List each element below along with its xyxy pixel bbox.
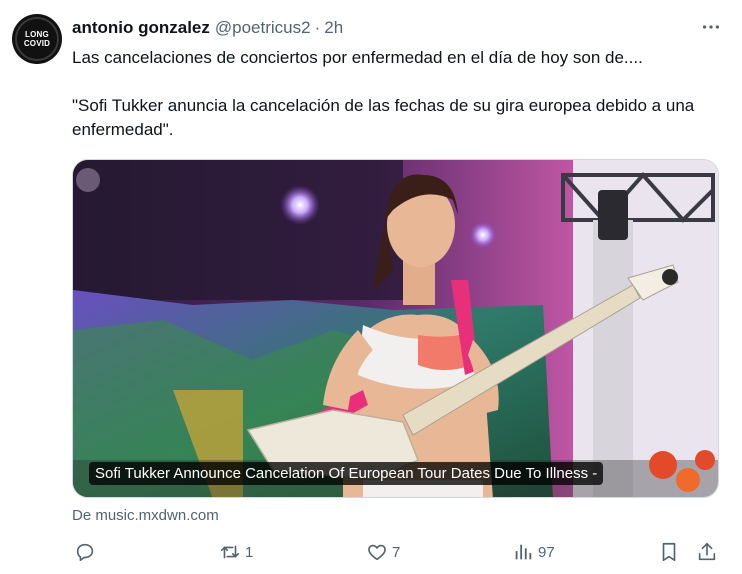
avatar-text-1: LONG [25,30,49,39]
tweet-text-line-2: "Sofi Tukker anuncia la cancelación de l… [72,96,695,139]
views-button[interactable]: 97 [512,540,555,564]
bookmark-icon [662,542,676,562]
avatar[interactable]: LONG COVID [12,14,62,64]
repost-count: 1 [245,543,254,561]
tweet[interactable]: LONG COVID antonio gonzalez @poetricus2 … [0,0,742,574]
separator-dot: · [314,18,321,37]
card-caption: Sofi Tukker Announce Cancelation Of Euro… [89,462,604,485]
more-button[interactable] [700,16,722,38]
reply-button[interactable] [74,540,100,564]
action-bar: 1 7 97 [72,540,726,564]
card-image [73,160,718,497]
link-card[interactable]: Sofi Tukker Announce Cancelation Of Euro… [72,159,719,498]
avatar-logo: LONG COVID [15,17,59,61]
tweet-text-line-1: Las cancelaciones de conciertos por enfe… [72,48,643,67]
tweet-text: Las cancelaciones de conciertos por enfe… [72,46,722,142]
views-count: 97 [538,543,555,561]
more-icon [702,25,720,29]
views-icon [515,544,532,560]
reply-icon [76,543,94,562]
card-source[interactable]: De music.mxdwn.com [72,507,219,524]
bookmark-button[interactable] [658,540,680,564]
timestamp[interactable]: 2h [324,18,343,38]
author-handle[interactable]: @poetricus2 [215,18,311,38]
like-button[interactable]: 7 [366,540,400,564]
share-button[interactable] [696,540,718,564]
repost-icon [220,545,240,559]
heart-icon [368,544,386,561]
like-count: 7 [392,543,401,561]
repost-button[interactable]: 1 [219,540,253,564]
author-name[interactable]: antonio gonzalez [72,18,210,38]
tweet-header: antonio gonzalez @poetricus2 · 2h [72,17,343,39]
share-icon [698,542,716,561]
avatar-text-2: COVID [23,39,51,48]
